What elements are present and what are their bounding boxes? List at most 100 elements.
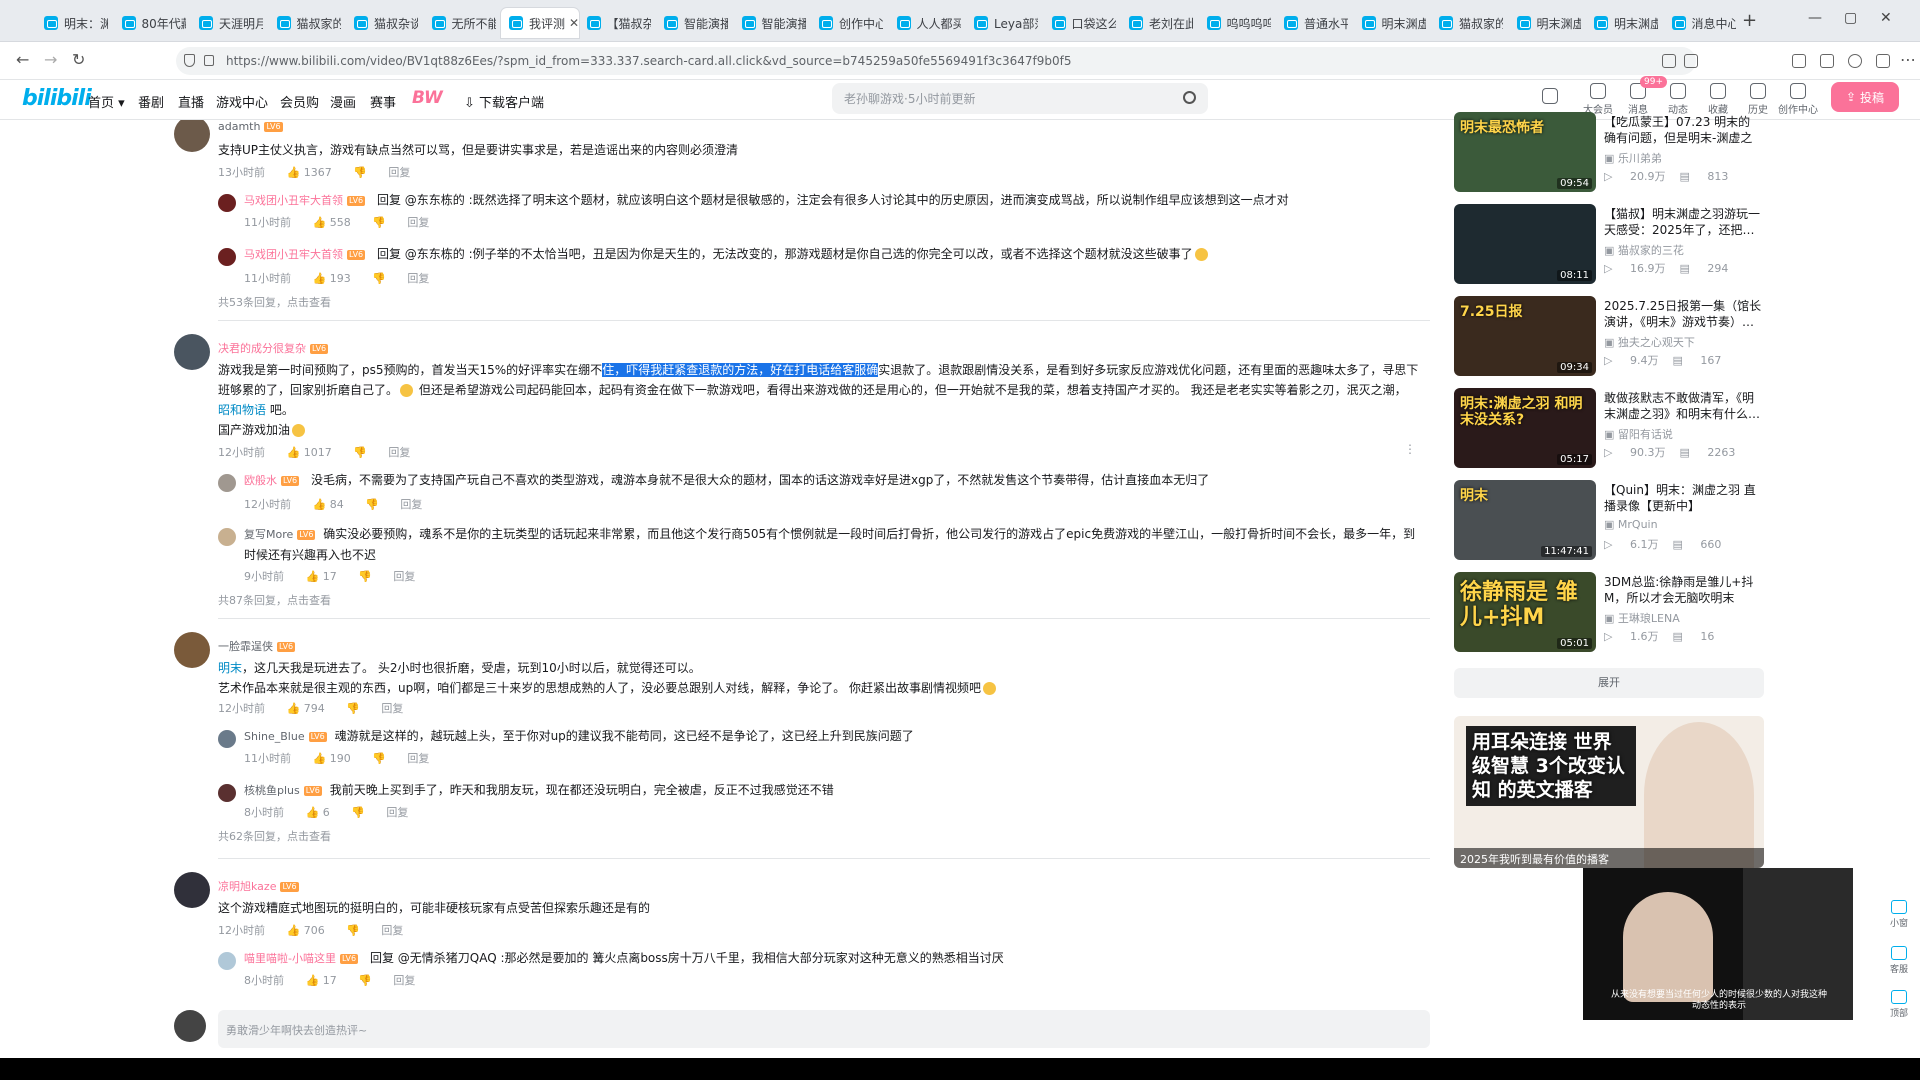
- expand-button[interactable]: 展开: [1454, 668, 1764, 698]
- uploader-name[interactable]: ▣ 乐川弟弟: [1604, 150, 1662, 166]
- tab[interactable]: 无所不能: [424, 8, 502, 38]
- my-avatar[interactable]: [174, 1010, 206, 1042]
- avatar[interactable]: [174, 120, 210, 152]
- uploader-name[interactable]: ▣ 猫叔家的三花: [1604, 242, 1684, 258]
- customer-service-tool[interactable]: 客服: [1884, 946, 1914, 975]
- uploader-name[interactable]: ▣ 留阳有话说: [1604, 426, 1673, 442]
- comment-username[interactable]: 凉明旭kaze LV6: [218, 878, 299, 894]
- mini-player[interactable]: 从来没有想要当过任何少人的时候很少数的人对我这种动态性的表示: [1583, 868, 1853, 1020]
- view-more-replies[interactable]: 共87条回复，点击查看: [218, 592, 331, 608]
- forward-icon[interactable]: →: [44, 50, 57, 69]
- reply-button[interactable]: 回复: [407, 752, 429, 765]
- recommend-card[interactable]: 7.25日报 09:34 2025.7.25日报第一集（馆长演讲，《明末》游戏节奏）…: [1454, 296, 1764, 378]
- dislike-button[interactable]: 👎: [372, 216, 386, 229]
- like-button[interactable]: 👍 1017: [287, 446, 332, 459]
- nav-bangumi[interactable]: 番剧: [138, 92, 164, 111]
- comment-username[interactable]: adamth LV6: [218, 120, 283, 133]
- address-bar[interactable]: https://www.bilibili.com/video/BV1qt88z6…: [176, 47, 1696, 75]
- ad-banner[interactable]: 用耳朵连接 世界级智慧 3个改变认知 的英文播客 2025年我听到最有价值的播客: [1454, 716, 1764, 868]
- recommend-card[interactable]: 08:11 【猫叔】明末渊虚之羽游玩一天感受：2025年了，还把… ▣ 猫叔家的三花…: [1454, 204, 1764, 286]
- tab[interactable]: 80年代藏宝: [114, 8, 192, 38]
- tab[interactable]: 明末渊虚之: [1354, 8, 1432, 38]
- pocket-icon[interactable]: [1792, 54, 1806, 68]
- like-button[interactable]: 👍 17: [306, 570, 337, 583]
- tab[interactable]: 智能演播个: [734, 8, 812, 38]
- reload-icon[interactable]: ↻: [72, 50, 85, 69]
- avatar[interactable]: [218, 194, 236, 212]
- more-options-icon[interactable]: ⋮: [1404, 442, 1416, 456]
- tab[interactable]: 猫叔家的三: [269, 8, 347, 38]
- dislike-button[interactable]: 👎: [351, 806, 365, 819]
- video-title[interactable]: 2025.7.25日报第一集（馆长演讲，《明末》游戏节奏）…: [1604, 298, 1762, 330]
- tab[interactable]: 明末渊虚之: [1509, 8, 1587, 38]
- video-thumbnail[interactable]: 08:11: [1454, 204, 1596, 284]
- search-input[interactable]: 老孙聊游戏·5小时前更新: [832, 83, 1208, 114]
- video-thumbnail[interactable]: 7.25日报 09:34: [1454, 296, 1596, 376]
- nav-mall[interactable]: 会员购: [280, 92, 319, 111]
- screenshot-icon[interactable]: [1662, 54, 1676, 68]
- like-button[interactable]: 👍 706: [287, 924, 325, 937]
- reply-button[interactable]: 回复: [388, 446, 410, 459]
- like-button[interactable]: 👍 190: [313, 752, 351, 765]
- view-more-replies[interactable]: 共62条回复，点击查看: [218, 828, 331, 844]
- like-button[interactable]: 👍 794: [287, 702, 325, 715]
- creator-entry[interactable]: 创作中心: [1778, 83, 1818, 116]
- back-to-top-tool[interactable]: 顶部: [1884, 990, 1914, 1019]
- like-button[interactable]: 👍 84: [313, 498, 344, 511]
- avatar[interactable]: [218, 248, 236, 266]
- topic-link[interactable]: 明末: [218, 661, 242, 675]
- reply-button[interactable]: 回复: [381, 924, 403, 937]
- game-controller-icon[interactable]: [1530, 88, 1570, 106]
- video-thumbnail[interactable]: 明末 11:47:41: [1454, 480, 1596, 560]
- close-tab-icon[interactable]: ✕: [569, 16, 579, 30]
- like-button[interactable]: 👍 17: [306, 974, 337, 987]
- reply-button[interactable]: 回复: [407, 272, 429, 285]
- reply-button[interactable]: 回复: [407, 216, 429, 229]
- bilibili-logo[interactable]: bilibili: [22, 86, 92, 111]
- recommend-card[interactable]: 明末:渊虚之羽 和明末没关系? 05:17 敢做孩默志不敢做清军，《明末渊虚之羽》和…: [1454, 388, 1764, 470]
- recommend-card[interactable]: 徐静雨是 雏儿+抖M 05:01 3DM总监:徐静雨是雏儿+抖M，所以才会无脑吹明末…: [1454, 572, 1764, 654]
- recommend-card[interactable]: 明末 11:47:41 【Quin】明末：渊虚之羽 直播录像【更新中】 ▣ MrQui…: [1454, 480, 1764, 562]
- video-title[interactable]: 【猫叔】明末渊虚之羽游玩一天感受：2025年了，还把…: [1604, 206, 1762, 238]
- tab[interactable]: 创作中心: [811, 8, 889, 38]
- video-title[interactable]: 3DM总监:徐静雨是雏儿+抖M，所以才会无脑吹明末: [1604, 574, 1762, 606]
- new-tab-button[interactable]: +: [1742, 10, 1757, 31]
- download-client-link[interactable]: ⇩ 下载客户端: [464, 92, 544, 111]
- tab[interactable]: 呜呜呜呜（: [1199, 8, 1277, 38]
- tab[interactable]: 老刘在此的: [1121, 8, 1199, 38]
- dislike-button[interactable]: 👎: [353, 446, 367, 459]
- like-button[interactable]: 👍 193: [313, 272, 351, 285]
- tab[interactable]: 猫叔家的三: [1431, 8, 1509, 38]
- close-window-button[interactable]: ✕: [1880, 10, 1892, 26]
- reply-button[interactable]: 回复: [386, 806, 408, 819]
- dislike-button[interactable]: 👎: [353, 166, 367, 179]
- dislike-button[interactable]: 👎: [346, 702, 360, 715]
- dislike-button[interactable]: 👎: [372, 752, 386, 765]
- back-icon[interactable]: ←: [16, 50, 29, 69]
- reply-button[interactable]: 回复: [400, 498, 422, 511]
- avatar[interactable]: [218, 474, 236, 492]
- tab[interactable]: 消息中心: [1664, 8, 1742, 38]
- nav-home[interactable]: 首页 ▾: [88, 92, 125, 111]
- avatar[interactable]: [218, 528, 236, 546]
- search-icon[interactable]: [1183, 91, 1196, 104]
- video-thumbnail[interactable]: 徐静雨是 雏儿+抖M 05:01: [1454, 572, 1596, 652]
- like-button[interactable]: 👍 6: [306, 806, 330, 819]
- star-icon[interactable]: [1684, 54, 1698, 68]
- dislike-button[interactable]: 👎: [358, 570, 372, 583]
- video-title[interactable]: 【Quin】明末：渊虚之羽 直播录像【更新中】: [1604, 482, 1762, 514]
- uploader-name[interactable]: ▣ 王琳琅LENA: [1604, 610, 1680, 626]
- tab[interactable]: 人人都买手: [889, 8, 967, 38]
- menu-icon[interactable]: ⋯: [1900, 50, 1916, 69]
- tab[interactable]: 天涯明月刀: [191, 8, 269, 38]
- comment-username[interactable]: 一脸霏逞侠 LV6: [218, 638, 296, 654]
- dislike-button[interactable]: 👎: [358, 974, 372, 987]
- reply-button[interactable]: 回复: [393, 570, 415, 583]
- tab-active[interactable]: 我评测 ✕: [501, 8, 579, 38]
- tab[interactable]: 智能演播·: [656, 8, 734, 38]
- upload-button[interactable]: ⇪ 投稿: [1831, 82, 1899, 112]
- extensions-icon[interactable]: [1876, 54, 1890, 68]
- minimize-button[interactable]: —: [1808, 10, 1822, 26]
- download-icon[interactable]: [1820, 54, 1834, 68]
- avatar[interactable]: [174, 872, 210, 908]
